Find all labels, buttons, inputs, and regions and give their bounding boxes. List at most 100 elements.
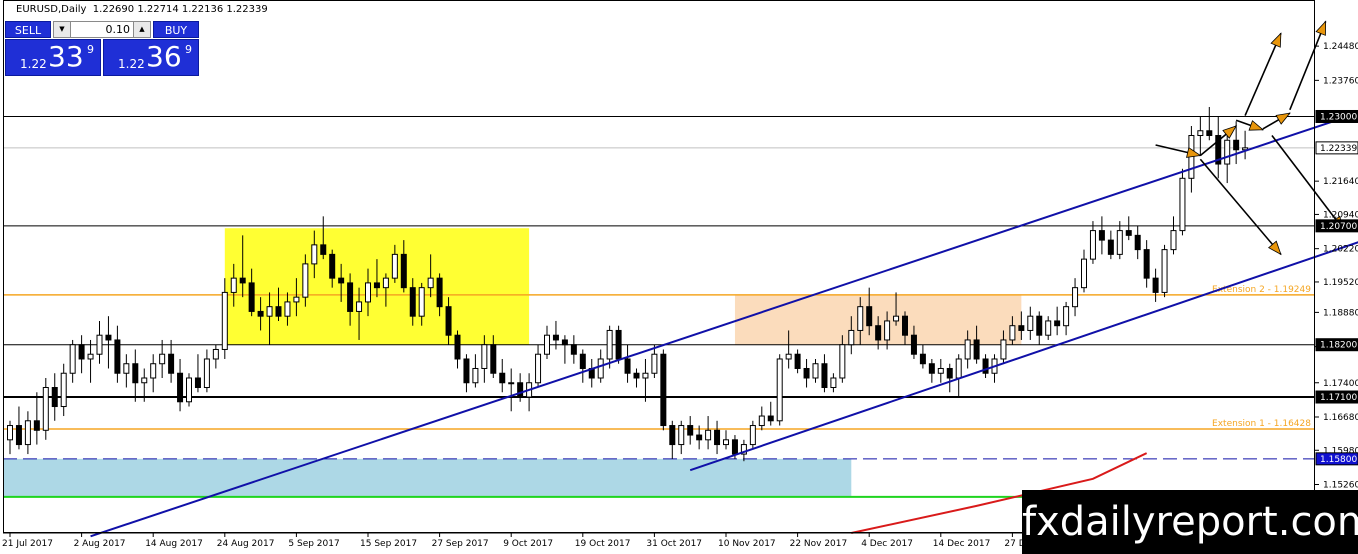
candle-bull [87, 353, 94, 360]
candle-bull [848, 329, 855, 346]
candle-bear [1098, 230, 1105, 241]
lot-size-value[interactable]: 0.10 [72, 22, 132, 37]
candle-bull [1170, 230, 1177, 251]
lot-size-input[interactable]: ▼ 0.10 ▲ [53, 21, 151, 38]
candle-bear [803, 367, 810, 379]
candle-bear [821, 363, 828, 389]
x-tick-label: 14 Dec 2017 [933, 539, 991, 549]
candle-bear [1054, 320, 1061, 327]
candle-bull [812, 363, 819, 379]
candle-bear [1152, 277, 1159, 293]
bid-price-pipette: 9 [87, 43, 94, 56]
price-tag-label: 1.18200 [1320, 341, 1357, 351]
candle-bull [302, 263, 309, 298]
candle-bull [1045, 320, 1052, 336]
candle-bear [633, 372, 640, 379]
candle-bear [490, 344, 497, 374]
plot-border [3, 0, 1315, 533]
candle-bear [51, 387, 58, 408]
candle-bear [1233, 139, 1240, 151]
x-tick-label: 9 Oct 2017 [503, 539, 553, 549]
x-tick-label: 2 Aug 2017 [74, 539, 126, 549]
candle-bear [463, 358, 470, 384]
candle-bull [7, 425, 13, 441]
candle-bull [150, 363, 157, 379]
forecast-arrow-head [1275, 112, 1291, 125]
candle-bear [177, 372, 184, 403]
forecast-arrow-shaft [1199, 158, 1282, 255]
candle-bear [338, 277, 345, 284]
candle-bear [257, 310, 264, 317]
y-tick-label: 1.20220 [1323, 245, 1358, 255]
bid-price-button[interactable]: 1.22 33 9 [5, 39, 101, 76]
y-axis-ticks: 1.24480 1.23760 1.21640 1.20940 1.20220 1.195… [1315, 42, 1358, 491]
candle-bull [60, 372, 67, 408]
candle-bear [731, 439, 738, 455]
candle-bull [284, 301, 291, 317]
candle-bull [418, 287, 425, 317]
candle-bear [794, 353, 801, 369]
candle-bull [123, 363, 130, 374]
zone-blue [4, 458, 852, 497]
x-tick-label: 27 Sep 2017 [432, 539, 489, 549]
candle-bear [669, 425, 676, 446]
candle-bear [910, 334, 917, 355]
candle-bear [248, 282, 255, 312]
candle-bear [552, 334, 559, 341]
candle-bear [239, 277, 246, 284]
candle-bull [705, 429, 712, 441]
extension-label: Extension 1 - 1.16428 [1212, 419, 1311, 429]
x-tick-label: 22 Nov 2017 [790, 539, 848, 549]
candle-bull [221, 291, 228, 350]
y-tick-label: 1.21640 [1323, 177, 1358, 187]
candle-bull [1224, 139, 1231, 165]
candle-bear [445, 306, 452, 336]
candle-bull [141, 377, 148, 384]
zones-layer [4, 228, 1022, 497]
candle-bull [758, 415, 765, 427]
candle-bull [212, 348, 219, 360]
x-tick-label: 24 Aug 2017 [217, 539, 275, 549]
candle-bull [1063, 306, 1070, 327]
x-tick-label: 15 Sep 2017 [360, 539, 417, 549]
candle-bull [382, 277, 389, 289]
lot-increase-icon[interactable]: ▲ [133, 22, 150, 37]
candle-bear [517, 382, 524, 398]
candle-bull [203, 358, 210, 389]
candle-bull [749, 425, 756, 446]
candle-bull [508, 382, 515, 385]
candle-bear [714, 429, 721, 446]
ask-price-button[interactable]: 1.22 36 9 [103, 39, 199, 76]
candle-bull [964, 339, 971, 360]
price-tag-label: 1.23000 [1320, 112, 1357, 122]
candle-bear [660, 353, 667, 427]
bid-price-prefix: 1.22 [20, 57, 47, 71]
y-tick-label: 1.24480 [1323, 42, 1358, 52]
chart-window: Extension 2 - 1.19249 Extension 1 - 1.164… [0, 0, 1358, 554]
forecast-arrow-head [1270, 32, 1282, 48]
ask-price-pipette: 9 [185, 43, 192, 56]
candle-bear [400, 253, 407, 289]
candle-bear [78, 344, 85, 360]
candle-bull [785, 353, 792, 360]
price-tag-label: 1.17100 [1320, 393, 1357, 403]
candle-bull [427, 277, 434, 289]
candle-bull [1089, 230, 1096, 260]
x-tick-label: 19 Oct 2017 [575, 539, 631, 549]
candle-bear [168, 353, 175, 374]
buy-button[interactable]: BUY [153, 21, 199, 38]
candle-bull [42, 387, 49, 431]
candle-bull [230, 277, 237, 293]
forecast-arrow-head [1222, 125, 1238, 139]
watermark-logo: fxdailyreport.com [1022, 490, 1358, 554]
ask-price-prefix: 1.22 [118, 57, 145, 71]
candle-bear [329, 253, 336, 279]
candle-bear [570, 344, 577, 355]
candle-bull [356, 301, 363, 312]
chart-title: EURUSD,Daily 1.22690 1.22714 1.22136 1.2… [16, 4, 268, 15]
candle-bull [642, 372, 649, 379]
candle-bear [866, 306, 873, 327]
lot-decrease-icon[interactable]: ▼ [54, 22, 71, 37]
sell-button[interactable]: SELL [5, 21, 51, 38]
candle-bear [687, 425, 694, 436]
